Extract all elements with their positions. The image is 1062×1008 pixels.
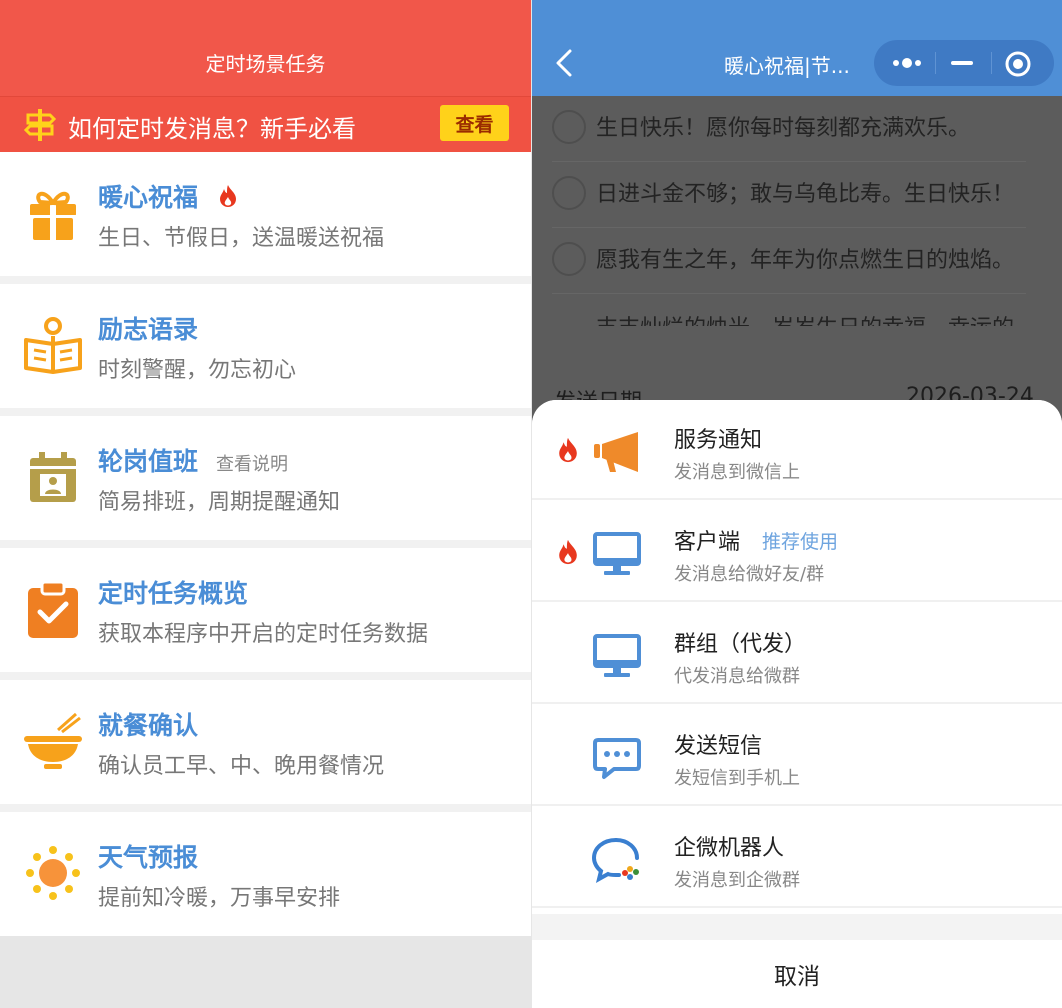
option-sms[interactable]: 发送短信 发短信到手机上 bbox=[532, 706, 1062, 806]
book-icon bbox=[24, 317, 82, 374]
list-bottom-space bbox=[0, 936, 531, 1008]
monitor-icon bbox=[593, 532, 641, 575]
blessing-line: 日进斗金不够；敢与乌龟比寿。生日快乐！ bbox=[552, 162, 1026, 228]
right-panel: 暖心祝福|节... 生日快乐！愿你每时每刻都充满欢乐。 日进斗金不够；敢与乌龟比… bbox=[532, 0, 1062, 1008]
option-subtitle: 发短信到手机上 bbox=[674, 768, 800, 789]
scene-item-overview[interactable]: 定时任务概览 获取本程序中开启的定时任务数据 bbox=[0, 548, 531, 672]
right-header: 暖心祝福|节... bbox=[532, 0, 1062, 96]
scene-desc: 提前知冷暖，万事早安排 bbox=[98, 886, 341, 911]
left-header: 定时场景任务 bbox=[0, 0, 531, 96]
scene-name: 励志语录 bbox=[98, 315, 199, 344]
option-title: 群组（代发） bbox=[674, 632, 807, 657]
gift-icon bbox=[30, 191, 76, 240]
back-arrow-icon[interactable] bbox=[554, 48, 574, 78]
view-instructions-link[interactable]: 查看说明 bbox=[216, 450, 288, 476]
scene-item-blessing[interactable]: 暖心祝福 生日、节假日，送温暖送祝福 bbox=[0, 152, 531, 276]
select-circle bbox=[552, 242, 586, 276]
divider bbox=[0, 276, 531, 284]
cancel-button[interactable]: 取消 bbox=[532, 940, 1062, 1008]
blessing-line: 愿我有生之年，年年为你点燃生日的烛焰。 bbox=[552, 228, 1026, 294]
banner-text: 如何定时发消息？新手必看 bbox=[68, 115, 356, 143]
close-target-icon[interactable] bbox=[1004, 50, 1032, 78]
mini-program-capsule bbox=[874, 40, 1054, 86]
option-wecom-robot[interactable]: 企微机器人 发消息到企微群 bbox=[532, 808, 1062, 908]
megaphone-icon bbox=[594, 432, 638, 472]
scene-item-meal[interactable]: 就餐确认 确认员工早、中、晚用餐情况 bbox=[0, 680, 531, 804]
dimmed-content: 生日快乐！愿你每时每刻都充满欢乐。 日进斗金不够；敢与乌龟比寿。生日快乐！ 愿我… bbox=[532, 96, 1062, 416]
divider bbox=[0, 540, 531, 548]
scene-name: 轮岗值班 bbox=[98, 447, 199, 476]
scene-name: 天气预报 bbox=[98, 843, 199, 872]
more-dots-icon[interactable] bbox=[890, 52, 924, 74]
wecom-robot-icon bbox=[592, 838, 639, 883]
capsule-separator bbox=[935, 52, 936, 74]
page-title: 暖心祝福|节... bbox=[724, 54, 850, 78]
scene-desc: 确认员工早、中、晚用餐情况 bbox=[98, 754, 385, 779]
option-client[interactable]: 客户端 推荐使用 发消息给微好友/群 bbox=[532, 502, 1062, 602]
scene-desc: 简易排班，周期提醒通知 bbox=[98, 490, 341, 515]
bowl-icon bbox=[24, 712, 82, 769]
blessing-text: 日进斗金不够；敢与乌龟比寿。生日快乐！ bbox=[596, 182, 1015, 207]
divider bbox=[0, 804, 531, 812]
fire-icon bbox=[559, 539, 577, 565]
option-subtitle: 发消息给微好友/群 bbox=[674, 564, 825, 585]
divider bbox=[0, 408, 531, 416]
capsule-separator bbox=[991, 52, 992, 74]
blessing-text: 生日快乐！愿你每时每刻都充满欢乐。 bbox=[596, 116, 971, 141]
calendar-person-icon bbox=[30, 452, 76, 502]
monitor-icon bbox=[593, 634, 641, 677]
option-subtitle: 代发消息给微群 bbox=[674, 666, 800, 687]
option-subtitle: 发消息到微信上 bbox=[674, 462, 800, 483]
blessing-text: 愿我有生之年，年年为你点燃生日的烛焰。 bbox=[596, 248, 1015, 273]
page-title: 定时场景任务 bbox=[205, 52, 326, 76]
blessing-line: 生日快乐！愿你每时每刻都充满欢乐。 bbox=[552, 96, 1026, 162]
option-subtitle: 发消息到企微群 bbox=[674, 870, 800, 891]
minimize-icon[interactable] bbox=[950, 52, 974, 74]
option-service-notice[interactable]: 服务通知 发消息到微信上 bbox=[532, 400, 1062, 500]
scene-desc: 时刻警醒，勿忘初心 bbox=[98, 358, 297, 383]
sms-bubble-icon bbox=[593, 738, 641, 779]
sun-icon bbox=[26, 846, 80, 900]
scene-desc: 获取本程序中开启的定时任务数据 bbox=[98, 622, 429, 647]
send-method-sheet: 服务通知 发消息到微信上 客户端 推荐使用 发消息给微好友/群 群组（代发） 代… bbox=[532, 400, 1062, 1008]
fire-icon bbox=[220, 185, 236, 207]
scene-item-duty[interactable]: 轮岗值班 查看说明 简易排班，周期提醒通知 bbox=[0, 416, 531, 540]
scene-name: 就餐确认 bbox=[98, 711, 199, 740]
option-title: 发送短信 bbox=[674, 734, 763, 759]
select-circle bbox=[552, 176, 586, 210]
clipboard-check-icon bbox=[28, 580, 78, 638]
divider bbox=[0, 672, 531, 680]
option-group-proxy[interactable]: 群组（代发） 代发消息给微群 bbox=[532, 604, 1062, 704]
scene-item-weather[interactable]: 天气预报 提前知冷暖，万事早安排 bbox=[0, 812, 531, 936]
scene-item-motto[interactable]: 励志语录 时刻警醒，勿忘初心 bbox=[0, 284, 531, 408]
blessing-text-partial: 支支灿烂的烛光，岁岁生日的幸福，幸运的 bbox=[596, 310, 1014, 326]
view-guide-button[interactable]: 查看 bbox=[440, 105, 509, 141]
signpost-icon bbox=[23, 109, 57, 141]
option-title: 服务通知 bbox=[674, 428, 763, 453]
recommended-tag: 推荐使用 bbox=[762, 531, 839, 553]
guide-banner[interactable]: 如何定时发消息？新手必看 查看 bbox=[0, 96, 531, 152]
sheet-spacer bbox=[532, 914, 1062, 940]
select-circle bbox=[552, 110, 586, 144]
option-title: 企微机器人 bbox=[674, 836, 785, 861]
fire-icon bbox=[559, 437, 577, 463]
scene-name: 定时任务概览 bbox=[98, 579, 249, 608]
scene-list: 暖心祝福 生日、节假日，送温暖送祝福 励志语录 时刻警醒，勿忘初心 轮岗值班 查… bbox=[0, 152, 531, 1008]
left-panel: 定时场景任务 如何定时发消息？新手必看 查看 暖心祝福 生日、节假日，送温暖送祝… bbox=[0, 0, 531, 1008]
scene-desc: 生日、节假日，送温暖送祝福 bbox=[98, 226, 385, 251]
option-title: 客户端 bbox=[674, 530, 741, 555]
scene-name: 暖心祝福 bbox=[98, 183, 199, 212]
